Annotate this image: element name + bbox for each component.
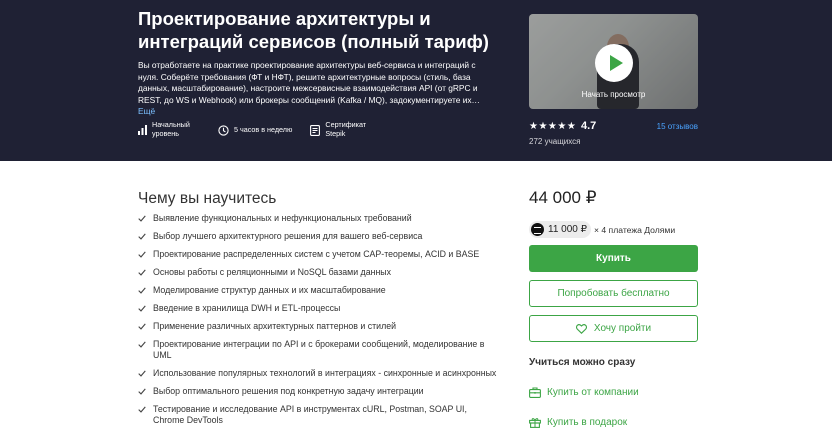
check-icon	[138, 233, 146, 240]
meta-certificate-label: Сертификат Stepik	[325, 120, 367, 138]
rating-stars-icon: ★★★★★	[529, 121, 577, 132]
course-meta: Начальный уровень 5 часов в неделю Серти…	[138, 120, 387, 140]
list-item: Тестирование и исследование API в инстру…	[138, 404, 498, 426]
list-item: Выбор оптимального решения под конкретну…	[138, 386, 498, 397]
heart-icon	[575, 323, 587, 334]
buy-from-company-label: Купить от компании	[547, 386, 639, 398]
wishlist-button[interactable]: Хочу пройти	[529, 315, 698, 342]
check-icon	[138, 406, 146, 413]
course-title: Проектирование архитектуры и интеграций …	[138, 8, 489, 52]
meta-workload-label: 5 часов в неделю	[234, 124, 293, 134]
check-icon	[138, 215, 146, 222]
certificate-icon	[310, 124, 321, 136]
students-count: 272 учащихся	[529, 137, 581, 146]
list-item: Проектирование распределенных систем с у…	[138, 249, 498, 260]
learn-item-text: Проектирование интеграции по API и с бро…	[153, 339, 485, 360]
learn-item-text: Проектирование распределенных систем с у…	[153, 249, 480, 259]
rating-value: 4.7	[581, 120, 597, 132]
clock-icon	[218, 124, 229, 136]
installment-offer[interactable]: 11 000 ₽ × 4 платежа Долями	[529, 221, 675, 238]
learn-item-text: Использование популярных технологий в ин…	[153, 368, 497, 378]
learn-item-text: Моделирование структур данных и их масшт…	[153, 285, 386, 295]
learn-item-text: Выявление функциональных и нефункциональ…	[153, 213, 412, 223]
wishlist-label: Хочу пройти	[593, 323, 652, 334]
learn-list: Выявление функциональных и нефункциональ…	[138, 213, 498, 433]
list-item: Введение в хранилища DWH и ETL-процессы	[138, 303, 498, 314]
check-icon	[138, 341, 146, 348]
check-icon	[138, 305, 146, 312]
course-description: Вы отработаете на практике проектировани…	[138, 60, 498, 118]
list-item: Проектирование интеграции по API и с бро…	[138, 339, 498, 361]
installment-amount: 11 000 ₽	[548, 224, 587, 235]
learn-item-text: Применение различных архитектурных патте…	[153, 321, 397, 331]
try-free-button[interactable]: Попробовать бесплатно	[529, 280, 698, 307]
price: 44 000 ₽	[529, 188, 597, 207]
buy-button[interactable]: Купить	[529, 245, 698, 272]
meta-workload: 5 часов в неделю	[218, 124, 293, 136]
check-icon	[138, 287, 146, 294]
buy-as-gift-label: Купить в подарок	[547, 416, 628, 428]
check-icon	[138, 251, 146, 258]
learn-item-text: Выбор оптимального решения под конкретну…	[153, 386, 424, 396]
learn-item-text: Выбор лучшего архитектурного решения для…	[153, 231, 423, 241]
preview-label[interactable]: Начать просмотр	[529, 90, 698, 99]
reviews-link[interactable]: 15 отзывов	[657, 122, 698, 131]
meta-level: Начальный уровень	[138, 121, 200, 138]
learn-section-title: Чему вы научитесь	[138, 190, 277, 207]
learn-now-title: Учиться можно сразу	[529, 357, 636, 368]
meta-level-label: Начальный уровень	[152, 120, 190, 138]
level-bars-icon	[138, 125, 147, 135]
gift-icon	[529, 417, 541, 428]
buy-from-company-link[interactable]: Купить от компании	[529, 384, 639, 400]
list-item: Использование популярных технологий в ин…	[138, 368, 498, 379]
check-icon	[138, 388, 146, 395]
list-item: Выявление функциональных и нефункциональ…	[138, 213, 498, 224]
meta-certificate: Сертификат Stepik	[310, 121, 369, 138]
play-icon[interactable]	[595, 44, 633, 82]
check-icon	[138, 370, 146, 377]
buy-as-gift-link[interactable]: Купить в подарок	[529, 414, 627, 430]
learn-item-text: Тестирование и исследование API в инстру…	[153, 404, 467, 425]
course-description-text: Вы отработаете на практике проектировани…	[138, 60, 480, 105]
list-item: Моделирование структур данных и их масшт…	[138, 285, 498, 296]
list-item: Выбор лучшего архитектурного решения для…	[138, 231, 498, 242]
rating-row: ★★★★★ 4.7 15 отзывов	[529, 120, 698, 135]
learn-item-text: Основы работы с реляционными и NoSQL баз…	[153, 267, 392, 277]
briefcase-icon	[529, 386, 541, 398]
installment-text: × 4 платежа Долями	[593, 224, 676, 235]
installment-pill: 11 000 ₽	[529, 221, 591, 238]
check-icon	[138, 323, 146, 330]
learn-item-text: Введение в хранилища DWH и ETL-процессы	[153, 303, 341, 313]
more-link[interactable]: Ещё	[138, 106, 155, 116]
list-item: Применение различных архитектурных патте…	[138, 321, 498, 332]
dolyami-logo-icon	[531, 223, 544, 236]
check-icon	[138, 269, 146, 276]
list-item: Основы работы с реляционными и NoSQL баз…	[138, 267, 498, 278]
